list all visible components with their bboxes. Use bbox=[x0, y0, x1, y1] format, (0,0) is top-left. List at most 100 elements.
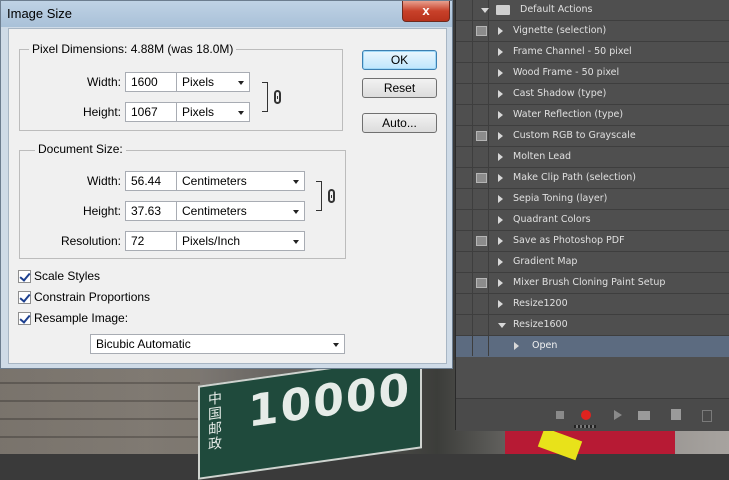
record-icon[interactable] bbox=[580, 409, 592, 421]
toggle-item-checkbox[interactable] bbox=[458, 273, 473, 293]
doc-width-unit-select[interactable]: Centimeters bbox=[176, 171, 305, 191]
action-row[interactable]: Wood Frame - 50 pixel bbox=[456, 63, 729, 84]
action-row[interactable]: Make Clip Path (selection) bbox=[456, 168, 729, 189]
toggle-item-checkbox[interactable] bbox=[458, 315, 473, 335]
chevron-right-icon[interactable] bbox=[498, 258, 503, 266]
action-row[interactable]: Vignette (selection) bbox=[456, 21, 729, 42]
chevron-right-icon[interactable] bbox=[498, 174, 503, 182]
constrain-proportions-checkbox[interactable] bbox=[18, 291, 31, 304]
toggle-item-checkbox[interactable] bbox=[458, 168, 473, 188]
action-set-row[interactable]: Default Actions bbox=[456, 0, 729, 21]
brick-wall bbox=[0, 360, 200, 454]
pixel-height-unit-select[interactable]: Pixels bbox=[176, 102, 250, 122]
toggle-item-checkbox[interactable] bbox=[458, 294, 473, 314]
scale-styles-label[interactable]: Scale Styles bbox=[34, 269, 100, 283]
action-row[interactable]: Gradient Map bbox=[456, 252, 729, 273]
toggle-item-checkbox[interactable] bbox=[458, 336, 473, 356]
action-label: Quadrant Colors bbox=[513, 214, 591, 225]
dialog-toggle-icon[interactable] bbox=[474, 147, 489, 167]
toggle-item-checkbox[interactable] bbox=[458, 147, 473, 167]
chevron-right-icon[interactable] bbox=[498, 132, 503, 140]
scale-styles-checkbox[interactable] bbox=[18, 270, 31, 283]
action-row[interactable]: Molten Lead bbox=[456, 147, 729, 168]
dialog-toggle-icon[interactable] bbox=[474, 189, 489, 209]
new-action-icon[interactable] bbox=[670, 409, 682, 421]
dialog-toggle-icon[interactable] bbox=[474, 252, 489, 272]
chevron-right-icon[interactable] bbox=[498, 27, 503, 35]
reset-button[interactable]: Reset bbox=[362, 78, 437, 98]
toggle-item-checkbox[interactable] bbox=[458, 189, 473, 209]
dialog-toggle-icon[interactable] bbox=[474, 126, 489, 146]
toggle-item-checkbox[interactable] bbox=[458, 252, 473, 272]
dialog-titlebar[interactable]: Image Size x bbox=[1, 1, 452, 27]
checkmark-icon bbox=[19, 291, 31, 303]
play-icon[interactable] bbox=[612, 409, 624, 421]
chevron-right-icon[interactable] bbox=[498, 300, 503, 308]
chevron-right-icon[interactable] bbox=[498, 111, 503, 119]
dialog-toggle-icon[interactable] bbox=[474, 273, 489, 293]
chevron-right-icon[interactable] bbox=[498, 216, 503, 224]
toggle-item-checkbox[interactable] bbox=[458, 231, 473, 251]
chevron-right-icon[interactable] bbox=[498, 48, 503, 56]
toggle-item-checkbox[interactable] bbox=[458, 105, 473, 125]
constrain-proportions-label[interactable]: Constrain Proportions bbox=[34, 290, 150, 304]
ok-button[interactable]: OK bbox=[362, 50, 437, 70]
action-row[interactable]: Mixer Brush Cloning Paint Setup bbox=[456, 273, 729, 294]
dialog-toggle-icon[interactable] bbox=[474, 168, 489, 188]
action-row[interactable]: Water Reflection (type) bbox=[456, 105, 729, 126]
close-icon: x bbox=[422, 3, 430, 18]
chevron-down-icon bbox=[333, 343, 339, 347]
dialog-toggle-icon[interactable] bbox=[474, 21, 489, 41]
resolution-unit-select[interactable]: Pixels/Inch bbox=[176, 231, 305, 251]
dialog-toggle-icon[interactable] bbox=[474, 210, 489, 230]
chain-link-icon bbox=[274, 90, 281, 104]
toggle-item-checkbox[interactable] bbox=[458, 63, 473, 83]
action-label: Custom RGB to Grayscale bbox=[513, 130, 636, 141]
action-row[interactable]: Sepia Toning (layer) bbox=[456, 189, 729, 210]
dialog-toggle-icon[interactable] bbox=[474, 336, 489, 356]
pixel-width-unit-select[interactable]: Pixels bbox=[176, 72, 250, 92]
chevron-down-icon[interactable] bbox=[481, 8, 489, 13]
action-row[interactable]: Resize1200 bbox=[456, 294, 729, 315]
close-button[interactable]: x bbox=[402, 1, 450, 22]
dialog-toggle-icon[interactable] bbox=[474, 294, 489, 314]
chevron-right-icon[interactable] bbox=[498, 195, 503, 203]
chevron-down-icon bbox=[293, 240, 299, 244]
dialog-toggle-icon[interactable] bbox=[474, 63, 489, 83]
action-row[interactable]: Save as Photoshop PDF bbox=[456, 231, 729, 252]
toggle-item-checkbox[interactable] bbox=[458, 42, 473, 62]
chevron-right-icon[interactable] bbox=[498, 279, 503, 287]
action-row[interactable]: Cast Shadow (type) bbox=[456, 84, 729, 105]
chevron-right-icon[interactable] bbox=[498, 237, 503, 245]
action-step-row[interactable]: Open bbox=[456, 336, 729, 357]
action-row[interactable]: Resize1600 bbox=[456, 315, 729, 336]
dialog-toggle-icon[interactable] bbox=[474, 315, 489, 335]
toggle-item-checkbox[interactable] bbox=[458, 210, 473, 230]
doc-height-unit-select[interactable]: Centimeters bbox=[176, 201, 305, 221]
toggle-item-checkbox[interactable] bbox=[458, 84, 473, 104]
chevron-right-icon[interactable] bbox=[498, 69, 503, 77]
stop-icon[interactable] bbox=[554, 409, 566, 421]
resample-method-select[interactable]: Bicubic Automatic bbox=[90, 334, 345, 354]
action-row[interactable]: Custom RGB to Grayscale bbox=[456, 126, 729, 147]
action-row[interactable]: Frame Channel - 50 pixel bbox=[456, 42, 729, 63]
chevron-right-icon[interactable] bbox=[498, 153, 503, 161]
delete-icon[interactable] bbox=[700, 409, 712, 422]
new-set-icon[interactable] bbox=[638, 409, 650, 421]
toggle-item-checkbox[interactable] bbox=[458, 21, 473, 41]
resample-image-label[interactable]: Resample Image: bbox=[34, 311, 128, 325]
action-label: Vignette (selection) bbox=[513, 25, 607, 36]
dialog-toggle-icon[interactable] bbox=[474, 84, 489, 104]
resample-image-checkbox[interactable] bbox=[18, 312, 31, 325]
toggle-item-checkbox[interactable] bbox=[458, 126, 473, 146]
chevron-right-icon[interactable] bbox=[514, 342, 519, 350]
chevron-right-icon[interactable] bbox=[498, 90, 503, 98]
action-label: Frame Channel - 50 pixel bbox=[513, 46, 632, 57]
auto-button[interactable]: Auto... bbox=[362, 113, 437, 133]
toggle-item-checkbox[interactable] bbox=[458, 0, 473, 20]
dialog-toggle-icon[interactable] bbox=[474, 231, 489, 251]
action-row[interactable]: Quadrant Colors bbox=[456, 210, 729, 231]
dialog-toggle-icon[interactable] bbox=[474, 42, 489, 62]
dialog-toggle-icon[interactable] bbox=[474, 105, 489, 125]
chevron-down-icon[interactable] bbox=[498, 323, 506, 328]
